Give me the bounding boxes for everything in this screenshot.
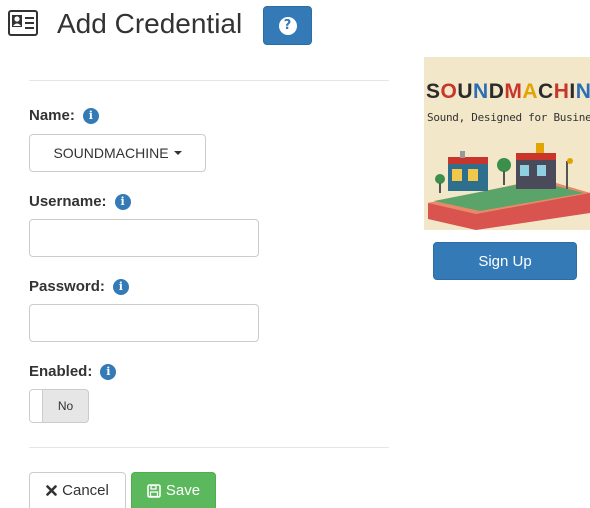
help-button[interactable]: ? — [263, 6, 312, 45]
name-dropdown[interactable]: SOUNDMACHINE — [29, 134, 206, 172]
username-label: Username: — [29, 193, 107, 210]
logo-wordmark: SOUNDMACHINE — [426, 80, 590, 104]
logo-letter: M — [504, 80, 523, 103]
divider — [29, 447, 389, 448]
username-label-row: Username: i — [29, 193, 131, 210]
cancel-label: Cancel — [62, 482, 109, 499]
enabled-toggle[interactable]: No — [29, 389, 89, 423]
logo-letter: S — [426, 80, 441, 103]
close-icon — [46, 485, 57, 496]
info-circle-icon[interactable]: i — [100, 363, 117, 380]
logo-letter: U — [457, 80, 474, 103]
divider — [29, 80, 389, 81]
password-label: Password: — [29, 278, 105, 295]
info-circle-icon[interactable]: i — [82, 107, 99, 124]
logo-letter: N — [575, 80, 590, 103]
enabled-label-row: Enabled: i — [29, 363, 117, 380]
soundmachine-logo: SOUNDMACHINE Sound, Designed for Busines… — [424, 57, 590, 230]
page-title: Add Credential — [57, 8, 243, 39]
logo-letter: C — [538, 80, 554, 103]
logo-tagline: Sound, Designed for Business — [427, 111, 590, 124]
name-label: Name: — [29, 107, 75, 124]
sign-up-button[interactable]: Sign Up — [433, 242, 577, 280]
save-label: Save — [165, 482, 201, 499]
save-button[interactable]: Save — [131, 472, 216, 508]
password-label-row: Password: i — [29, 278, 129, 295]
logo-letter: H — [553, 80, 570, 103]
cancel-button[interactable]: Cancel — [29, 472, 126, 508]
floppy-disk-icon — [147, 483, 161, 498]
toggle-handle — [30, 390, 43, 422]
name-label-row: Name: i — [29, 107, 99, 124]
logo-letter: O — [440, 80, 458, 103]
info-circle-icon[interactable]: i — [112, 278, 129, 295]
username-input[interactable] — [29, 219, 259, 257]
id-card-icon — [8, 10, 38, 36]
storefront-illustration — [428, 143, 590, 230]
logo-letter: A — [522, 80, 539, 103]
logo-letter: D — [488, 80, 505, 103]
password-input[interactable] — [29, 304, 259, 342]
enabled-label: Enabled: — [29, 363, 93, 380]
caret-down-icon — [173, 151, 182, 155]
name-dropdown-value: SOUNDMACHINE — [53, 145, 169, 161]
info-circle-icon[interactable]: i — [114, 193, 131, 210]
logo-letter: N — [473, 80, 489, 103]
question-circle-icon: ? — [278, 16, 297, 35]
toggle-state: No — [57, 399, 74, 413]
